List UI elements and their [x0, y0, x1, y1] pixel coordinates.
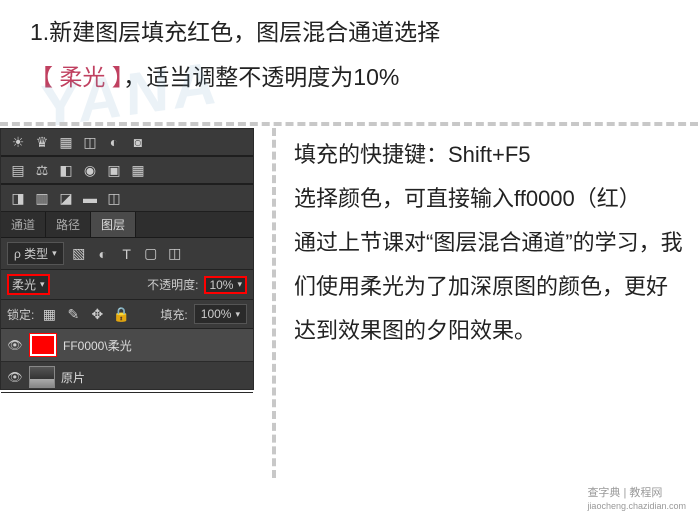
vertical-divider: [272, 128, 276, 478]
lock-transparent-icon[interactable]: ▦: [40, 305, 58, 323]
layer-row-1[interactable]: 👁 FF0000\柔光: [1, 329, 253, 362]
threshold-icon[interactable]: ◪: [57, 189, 75, 207]
fill-label: 填充:: [160, 306, 187, 323]
posterize-icon[interactable]: ▥: [33, 189, 51, 207]
brightness-icon[interactable]: ☀: [9, 133, 27, 151]
fill-input[interactable]: 100% ▾: [194, 304, 247, 324]
filter-type-icon[interactable]: T: [118, 245, 136, 263]
opacity-input[interactable]: 10% ▾: [204, 276, 247, 294]
kind-filter-label: ρ 类型: [14, 245, 48, 262]
kind-filter[interactable]: ρ 类型 ▾: [7, 242, 64, 265]
toolbar-row-1: ☀ ♛ ▦ ◫ ◐ ◙: [1, 129, 253, 156]
curves-icon[interactable]: ◐: [105, 133, 123, 151]
site-url: jiaocheng.chazidian.com: [587, 501, 686, 511]
lock-label: 锁定:: [7, 306, 34, 323]
opacity-label: 不透明度:: [147, 276, 198, 293]
exposure-icon[interactable]: ◙: [129, 133, 147, 151]
lookup-icon[interactable]: ▦: [129, 161, 147, 179]
instruction-line1: 1.新建图层填充红色，图层混合通道选择: [30, 19, 440, 45]
tab-channels[interactable]: 通道: [1, 212, 46, 237]
layer-thumbnail-photo[interactable]: [29, 366, 55, 388]
lock-move-icon[interactable]: ✥: [88, 305, 106, 323]
blend-opacity-row: 柔光 ▾ 不透明度: 10% ▾: [1, 270, 253, 300]
invert-icon[interactable]: ◨: [9, 189, 27, 207]
filter-smart-icon[interactable]: ◫: [166, 245, 184, 263]
layer-name-2: 原片: [61, 369, 85, 386]
chevron-down-icon: ▾: [237, 279, 242, 290]
tab-layers[interactable]: 图层: [91, 212, 136, 237]
lock-paint-icon[interactable]: ✎: [64, 305, 82, 323]
crown-icon[interactable]: ♛: [33, 133, 51, 151]
visibility-icon[interactable]: 👁: [7, 338, 23, 352]
chevron-down-icon: ▾: [40, 279, 45, 290]
chevron-down-icon: ▾: [235, 309, 240, 320]
site-watermark: 查字典 | 教程网 jiaocheng.chazidian.com: [583, 483, 690, 513]
side-p1: 填充的快捷键：Shift+F5: [294, 133, 683, 177]
layer-filter-row: ρ 类型 ▾ ▧ ◐ T ▢ ◫: [1, 238, 253, 270]
toolbar-row-2: ▤ ⚖ ◧ ◉ ▣ ▦: [1, 156, 253, 184]
chevron-down-icon: ▾: [52, 248, 57, 259]
fill-value: 100%: [201, 307, 232, 321]
horizontal-divider: [0, 122, 698, 126]
layers-panel: ☀ ♛ ▦ ◫ ◐ ◙ ▤ ⚖ ◧ ◉ ▣ ▦ ◨ ▥ ◪ ▬ ◫ 通道 路径 …: [0, 128, 254, 390]
photo-filter-icon[interactable]: ◉: [81, 161, 99, 179]
gradient-map-icon[interactable]: ▬: [81, 189, 99, 207]
panel-tabs: 通道 路径 图层: [1, 212, 253, 238]
balance-icon[interactable]: ⚖: [33, 161, 51, 179]
layer-name-1: FF0000\柔光: [63, 337, 132, 354]
blend-mode-value: 柔光: [12, 276, 36, 293]
levels-icon[interactable]: ◫: [81, 133, 99, 151]
filter-adjust-icon[interactable]: ◐: [94, 245, 112, 263]
vibrance-icon[interactable]: ▤: [9, 161, 27, 179]
tab-paths[interactable]: 路径: [46, 212, 91, 237]
layer-thumbnail-red[interactable]: [29, 333, 57, 357]
mixer-icon[interactable]: ▣: [105, 161, 123, 179]
bw-icon[interactable]: ◧: [57, 161, 75, 179]
side-explanation: 填充的快捷键：Shift+F5 选择颜色，可直接输入ff0000（红） 通过上节…: [294, 128, 698, 478]
blend-mode-select[interactable]: 柔光 ▾: [7, 274, 50, 295]
lock-fill-row: 锁定: ▦ ✎ ✥ 🔒 填充: 100% ▾: [1, 300, 253, 329]
selective-color-icon[interactable]: ◫: [105, 189, 123, 207]
side-p3: 通过上节课对“图层混合通道”的学习，我们使用柔光为了加深原图的颜色，更好达到效果…: [294, 221, 683, 353]
swatch-icon[interactable]: ▦: [57, 133, 75, 151]
toolbar-row-3: ◨ ▥ ◪ ▬ ◫: [1, 184, 253, 212]
side-p2: 选择颜色，可直接输入ff0000（红）: [294, 177, 683, 221]
filter-shape-icon[interactable]: ▢: [142, 245, 160, 263]
layer-row-2[interactable]: 👁 原片: [1, 362, 253, 393]
filter-pixel-icon[interactable]: ▧: [70, 245, 88, 263]
site-name: 查字典 | 教程网: [587, 487, 662, 499]
visibility-icon[interactable]: 👁: [7, 370, 23, 384]
lock-all-icon[interactable]: 🔒: [112, 305, 130, 323]
opacity-value: 10%: [209, 278, 233, 292]
